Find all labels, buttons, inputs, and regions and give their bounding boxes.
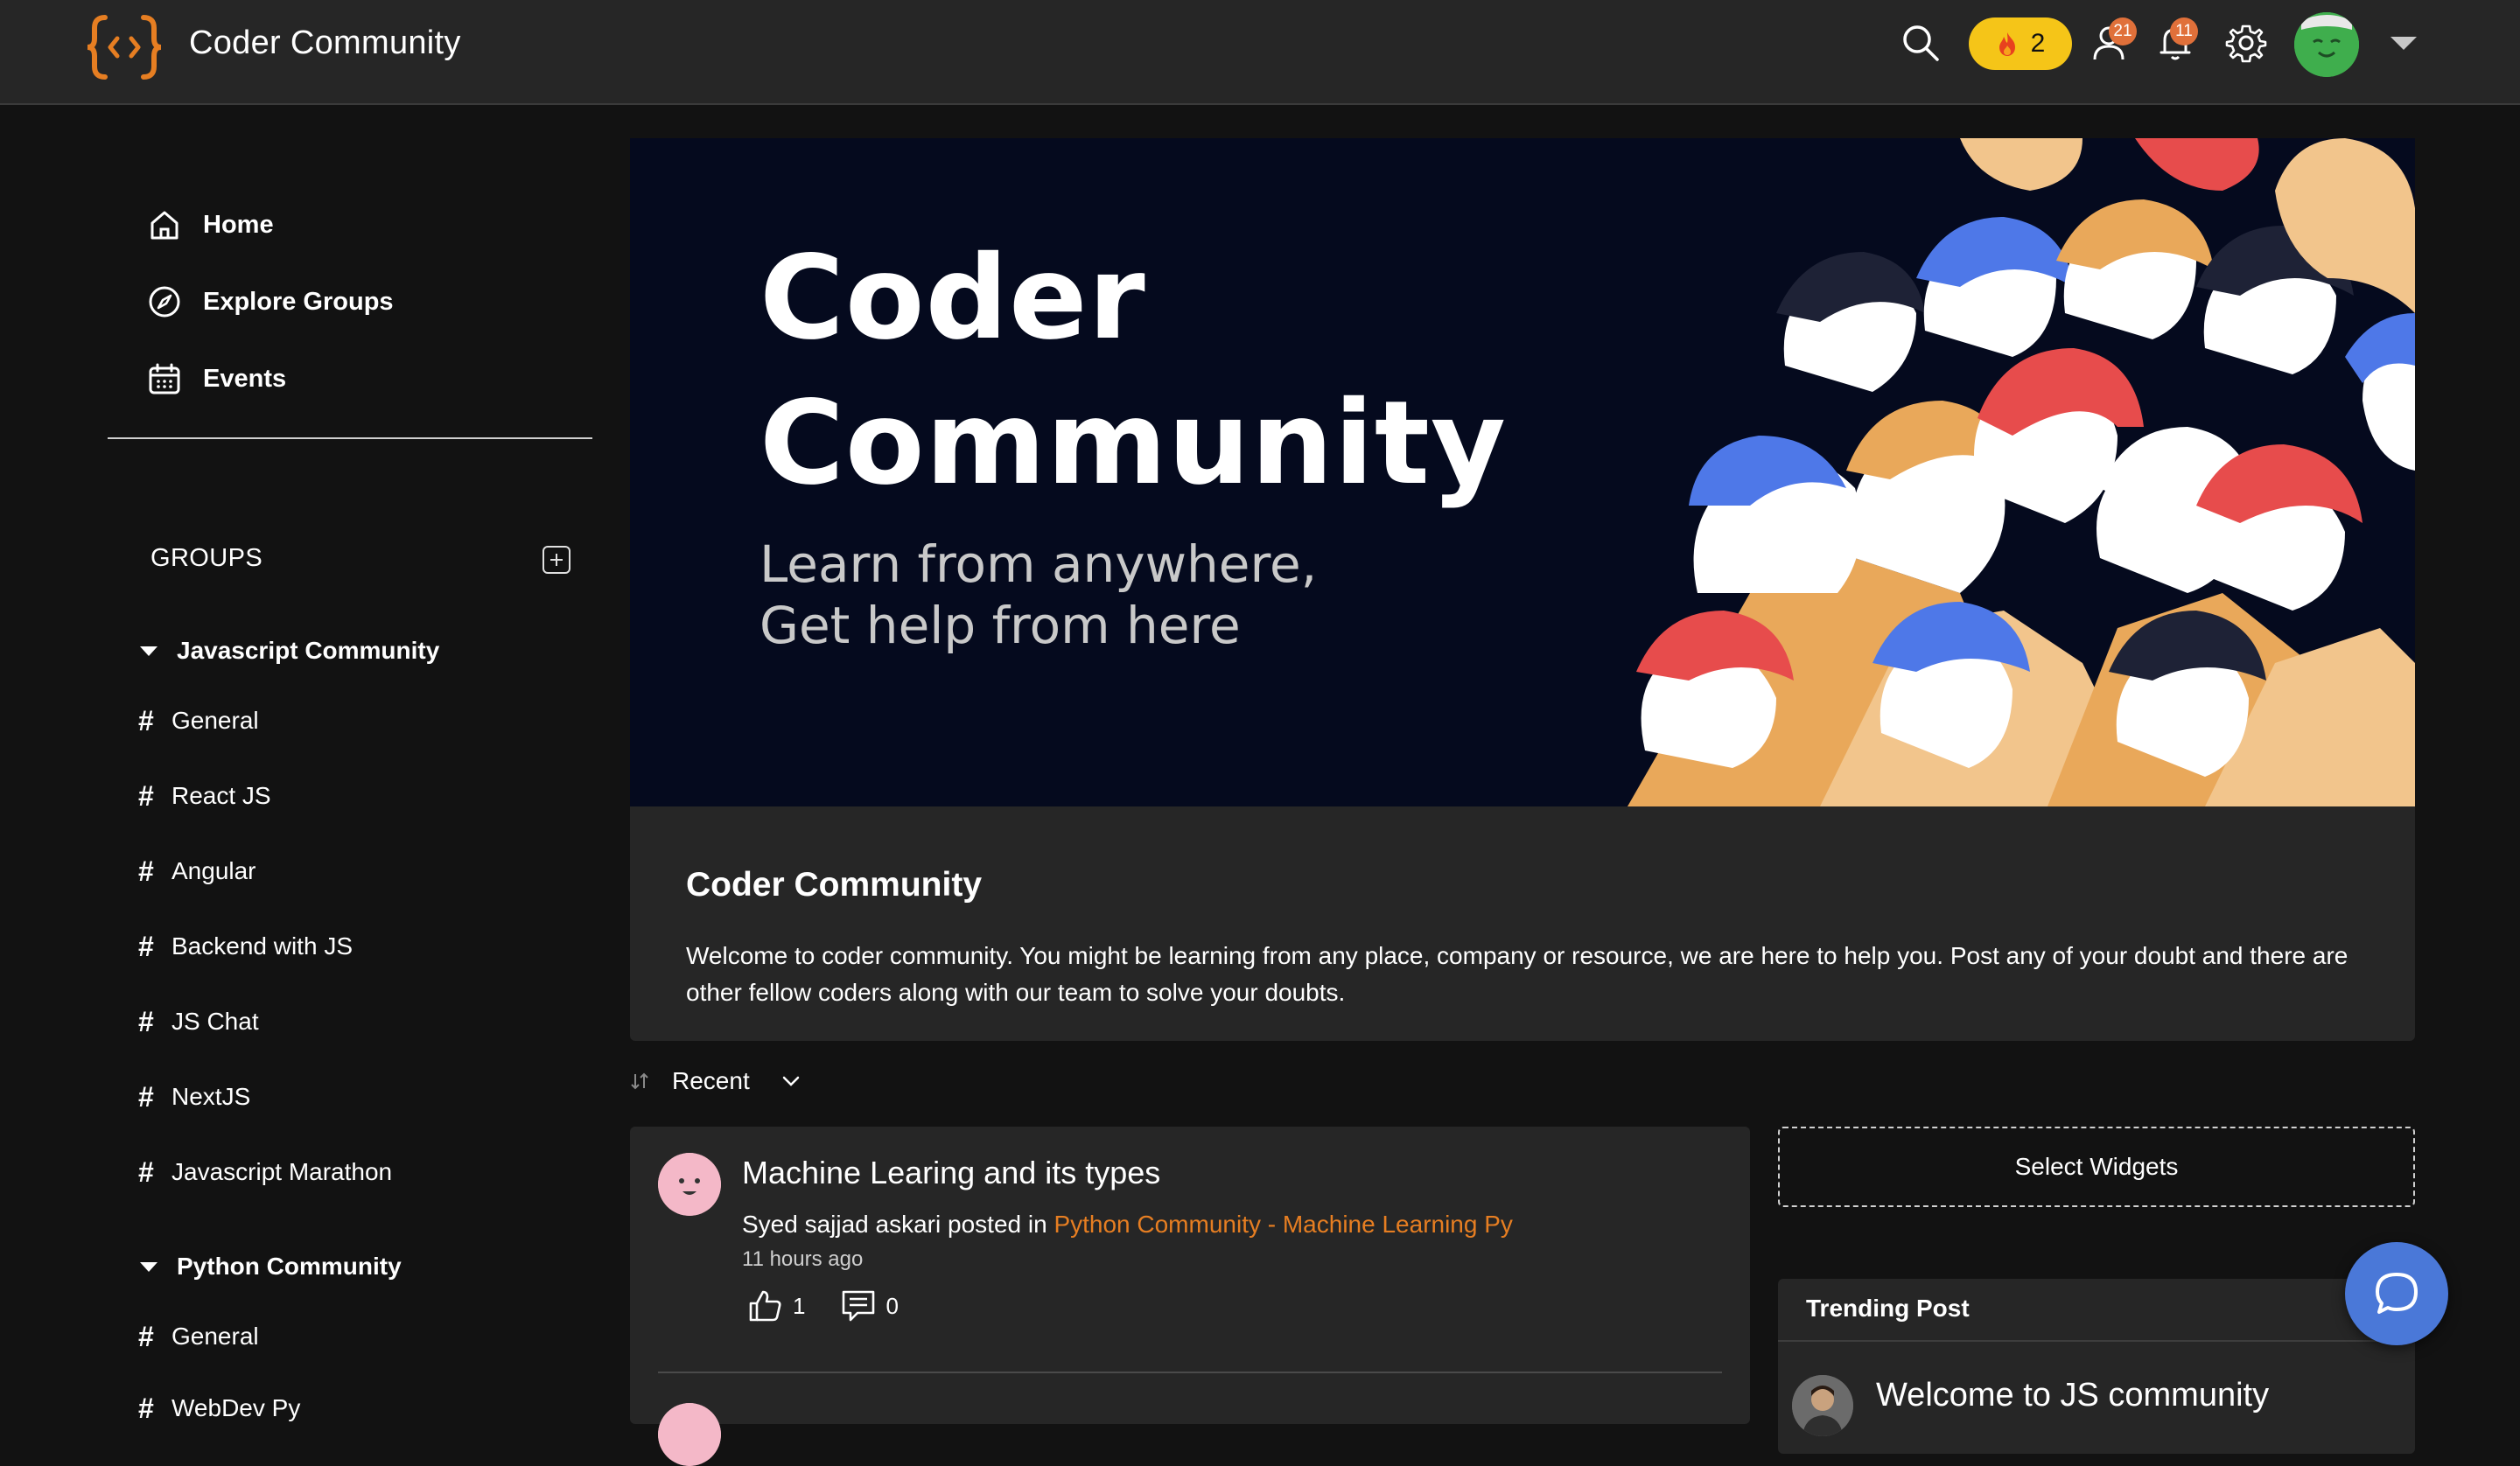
post-card[interactable]: Machine Learing and its types Syed sajja…	[630, 1127, 1750, 1466]
people-illustration	[1592, 138, 2415, 806]
channel-label: Javascript Marathon	[172, 1158, 393, 1185]
banner-subtitle-line: Get help from here	[760, 596, 1241, 655]
notifications-badge: 11	[2170, 17, 2198, 45]
gear-icon[interactable]	[2224, 21, 2268, 65]
sidebar-item-label: Explore Groups	[203, 287, 394, 316]
channel-label: NextJS	[172, 1083, 251, 1110]
avatar-face-icon	[2294, 12, 2359, 77]
avatar[interactable]	[2294, 12, 2359, 77]
group-python-community[interactable]: Python Community	[140, 1249, 402, 1284]
hash-icon: #	[138, 1155, 154, 1188]
thumbs-up-icon	[749, 1290, 781, 1322]
channel-item[interactable]: # JS Chat	[138, 1004, 259, 1039]
sidebar-item-explore-groups[interactable]: Explore Groups	[147, 280, 394, 324]
streak-button[interactable]: 2	[1969, 17, 2072, 70]
community-description: Welcome to coder community. You might be…	[686, 942, 2348, 1006]
home-icon	[150, 211, 178, 240]
trending-author-avatar[interactable]	[1792, 1375, 1853, 1436]
post-divider	[658, 1372, 1722, 1373]
friend-requests-badge: 21	[2109, 17, 2137, 45]
group-name: Javascript Community	[177, 637, 440, 664]
banner-title-line: Coder	[760, 231, 1146, 366]
author-avatar[interactable]	[658, 1153, 721, 1216]
caret-down-icon	[140, 1261, 158, 1272]
like-button[interactable]: 1	[747, 1288, 805, 1324]
group-javascript-community[interactable]: Javascript Community	[140, 633, 439, 668]
channel-item[interactable]: # General	[138, 703, 259, 738]
channel-item[interactable]: # General	[138, 1319, 259, 1354]
comment-count: 0	[886, 1292, 899, 1319]
channel-label: Backend with JS	[172, 932, 353, 960]
hash-icon: #	[138, 1005, 154, 1037]
sidebar-item-label: Home	[203, 210, 274, 239]
hash-icon: #	[138, 1320, 154, 1352]
trending-title: Trending Post	[1806, 1295, 1970, 1322]
channel-item[interactable]: # Backend with JS	[138, 929, 353, 964]
post-timestamp: 11 hours ago	[742, 1247, 864, 1271]
hash-icon: #	[138, 704, 154, 736]
chevron-down-icon	[782, 1076, 799, 1086]
channel-item[interactable]: # React JS	[138, 778, 271, 813]
channel-label: WebDev Py	[172, 1394, 301, 1421]
search-icon[interactable]	[1899, 21, 1942, 65]
hash-icon: #	[138, 930, 154, 962]
channel-label: General	[172, 707, 259, 734]
channel-item[interactable]: # WebDev Py	[138, 1391, 300, 1426]
hash-icon: #	[138, 1392, 154, 1424]
community-title: Coder Community	[686, 866, 983, 904]
trending-post-widget: Trending Post Welcome to JS community	[1778, 1279, 2415, 1454]
community-info-card: Coder Community Welcome to coder communi…	[630, 806, 2415, 1041]
groups-heading: GROUPS	[150, 544, 263, 572]
sidebar-item-events[interactable]: Events	[147, 357, 286, 401]
channel-label: JS Chat	[172, 1008, 259, 1035]
caret-down-icon	[140, 646, 158, 656]
like-count: 1	[793, 1292, 806, 1319]
trending-post-link[interactable]: Welcome to JS community	[1876, 1377, 2269, 1414]
comment-icon	[843, 1290, 875, 1322]
chat-button[interactable]	[2345, 1242, 2448, 1345]
fire-icon	[1998, 32, 2015, 56]
top-bar: Coder Community 2 21 11	[0, 0, 2520, 105]
compass-icon	[149, 286, 180, 318]
channel-label: General	[172, 1323, 259, 1350]
hash-icon: #	[138, 779, 154, 812]
group-name: Python Community	[177, 1253, 402, 1280]
banner-title-line: Community	[760, 376, 1507, 511]
sidebar-divider	[108, 437, 592, 439]
post-author[interactable]: Syed sajjad askari	[742, 1211, 941, 1238]
sort-dropdown[interactable]: Recent	[630, 1064, 801, 1099]
channel-item[interactable]: # NextJS	[138, 1079, 250, 1114]
chevron-down-icon[interactable]	[2390, 37, 2417, 50]
select-widgets-button[interactable]: Select Widgets	[1778, 1127, 2415, 1207]
channel-label: Angular	[172, 857, 256, 884]
trending-header: Trending Post	[1778, 1279, 2415, 1342]
streak-count: 2	[2030, 29, 2046, 58]
logo-icon[interactable]	[86, 12, 163, 82]
calendar-icon	[149, 363, 180, 394]
banner-title: Coder Community	[760, 226, 1507, 516]
sort-label: Recent	[672, 1067, 750, 1094]
channel-item[interactable]: # Javascript Marathon	[138, 1155, 392, 1190]
sidebar-item-home[interactable]: Home	[147, 203, 274, 247]
post-actions: 1 0	[747, 1288, 899, 1324]
post-title[interactable]: Machine Learing and its types	[742, 1155, 1160, 1191]
sidebar-item-label: Events	[203, 364, 287, 393]
add-group-button[interactable]	[542, 546, 570, 574]
posted-in-text: posted in	[948, 1211, 1047, 1238]
chat-bubble-icon	[2376, 1273, 2418, 1314]
hash-icon: #	[138, 855, 154, 887]
channel-label: React JS	[172, 782, 271, 809]
hash-icon: #	[138, 1080, 154, 1113]
post-meta: Syed sajjad askari posted in Python Comm…	[742, 1211, 1513, 1239]
post-group-link[interactable]: Python Community - Machine Learning Py	[1054, 1211, 1512, 1238]
app-title[interactable]: Coder Community	[189, 24, 461, 62]
community-banner: Coder Community Learn from anywhere, Get…	[630, 138, 2415, 806]
banner-subtitle-line: Learn from anywhere,	[760, 534, 1318, 594]
channel-item[interactable]: # Angular	[138, 854, 256, 889]
sort-icon	[631, 1072, 648, 1090]
author-avatar[interactable]	[658, 1403, 721, 1466]
banner-subtitle: Learn from anywhere, Get help from here	[760, 534, 1317, 656]
comment-button[interactable]: 0	[840, 1288, 899, 1324]
